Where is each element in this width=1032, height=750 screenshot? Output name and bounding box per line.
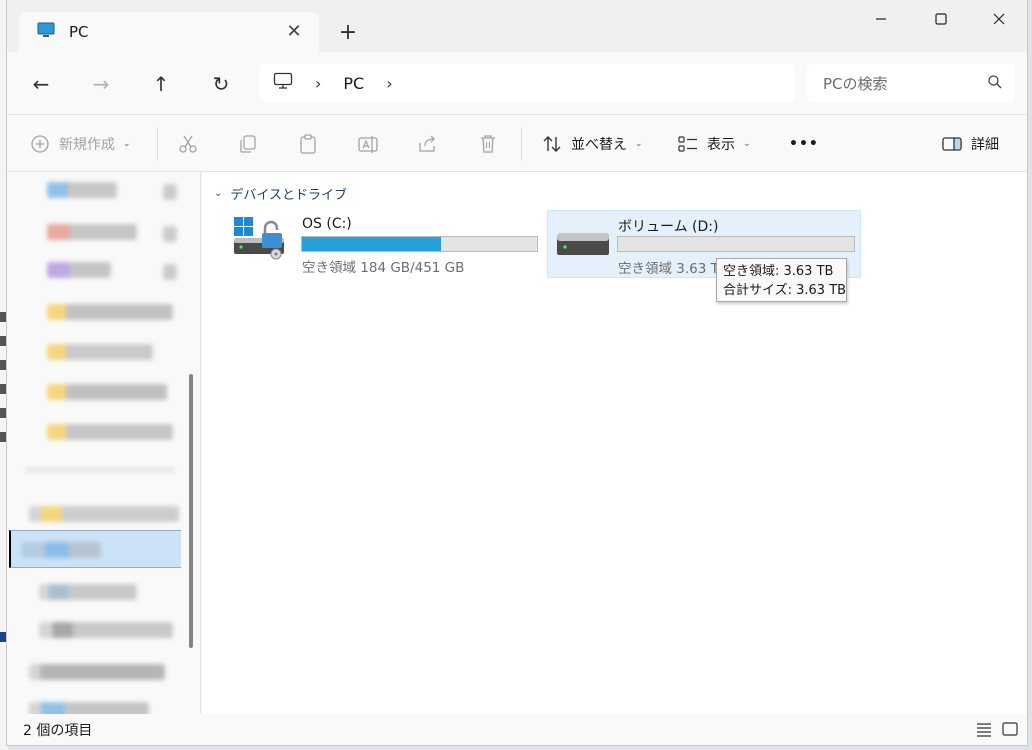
drive-tooltip: 空き領域: 3.63 TB 合計サイズ: 3.63 TB	[716, 258, 847, 302]
drive-name: OS (C:)	[302, 216, 352, 232]
breadcrumb-chevron-icon[interactable]: ›	[386, 74, 392, 93]
sort-label: 並べ替え	[571, 137, 627, 153]
list-item[interactable]	[29, 664, 165, 680]
usage-bar-fill	[302, 237, 441, 251]
details-pane-icon	[941, 133, 963, 155]
this-pc-icon	[273, 72, 293, 94]
windows-drive-icon	[232, 214, 294, 268]
title-bar: PC ✕ +	[7, 0, 1027, 52]
share-icon	[417, 133, 439, 155]
list-item[interactable]	[47, 344, 153, 360]
monitor-icon	[37, 22, 55, 42]
maximize-button[interactable]	[921, 10, 961, 34]
new-label: 新規作成	[59, 137, 115, 153]
file-explorer-window: PC ✕ + ← → ↑ ↻ › PC › PCの検索 新規作成 ⌄ 並べ替え …	[6, 0, 1028, 746]
list-item[interactable]	[47, 182, 117, 198]
tab-pc[interactable]: PC ✕	[19, 12, 319, 52]
list-item	[163, 184, 177, 200]
chevron-down-icon: ⌄	[635, 139, 643, 149]
scissors-icon	[177, 133, 199, 155]
list-item[interactable]	[47, 384, 167, 400]
list-item[interactable]	[39, 622, 173, 638]
group-label: デバイスとドライブ	[230, 188, 348, 203]
navigation-bar: ← → ↑ ↻ › PC › PCの検索	[7, 52, 1027, 114]
list-item[interactable]	[47, 424, 173, 440]
item-count: 2 個の項目	[23, 723, 93, 739]
separator	[521, 127, 522, 161]
tooltip-free-space: 空き領域: 3.63 TB	[723, 264, 834, 279]
chevron-down-icon: ⌄	[123, 139, 131, 149]
drive-free-space: 空き領域 3.63 TB	[618, 261, 729, 277]
back-button[interactable]: ←	[27, 70, 55, 98]
cut-button[interactable]	[177, 131, 199, 157]
drive-c[interactable]: OS (C:) 空き領域 184 GB/451 GB	[228, 210, 544, 278]
list-item[interactable]	[39, 584, 137, 600]
paste-button[interactable]	[297, 131, 319, 157]
details-label: 詳細	[971, 137, 999, 153]
details-view-icon[interactable]	[975, 720, 993, 738]
chevron-down-icon: ⌄	[214, 188, 223, 199]
rename-icon	[357, 133, 379, 155]
list-item[interactable]	[47, 304, 173, 320]
copy-button[interactable]	[237, 131, 259, 157]
plus-circle-icon	[29, 133, 51, 155]
minimize-button[interactable]	[861, 10, 901, 34]
sort-arrows-icon	[541, 133, 563, 155]
copy-icon	[237, 133, 259, 155]
trash-icon	[477, 133, 499, 155]
rename-button[interactable]	[357, 131, 379, 157]
breadcrumb-pc[interactable]: PC	[343, 74, 364, 93]
breadcrumb-chevron-icon[interactable]: ›	[315, 74, 321, 93]
sort-button[interactable]: 並べ替え ⌄	[541, 131, 643, 157]
new-button[interactable]: 新規作成 ⌄	[29, 131, 131, 157]
list-item	[21, 542, 101, 558]
list-item	[163, 264, 177, 280]
search-icon[interactable]	[987, 74, 1003, 94]
hard-drive-icon	[556, 229, 610, 265]
more-options-button[interactable]: •••	[789, 131, 819, 157]
clipboard-icon	[297, 133, 319, 155]
separator	[25, 468, 175, 472]
view-label: 表示	[707, 137, 735, 153]
list-item	[163, 226, 177, 242]
delete-button[interactable]	[477, 131, 499, 157]
list-item[interactable]	[29, 506, 179, 522]
details-pane-button[interactable]: 詳細	[941, 131, 999, 157]
list-item[interactable]	[47, 262, 111, 278]
search-placeholder: PCの検索	[823, 74, 888, 93]
large-icons-view-icon[interactable]	[1001, 720, 1019, 738]
address-bar[interactable]: › PC ›	[259, 64, 795, 102]
close-button[interactable]	[979, 10, 1019, 34]
up-button[interactable]: ↑	[147, 70, 175, 98]
group-header[interactable]: ⌄ デバイスとドライブ	[214, 184, 347, 203]
tab-close-icon[interactable]: ✕	[283, 21, 305, 42]
command-bar: 新規作成 ⌄ 並べ替え ⌄ 表示 ⌄ ••• 詳細	[7, 114, 1027, 172]
list-item[interactable]	[29, 702, 149, 714]
forward-button[interactable]: →	[87, 70, 115, 98]
drive-free-space: 空き領域 184 GB/451 GB	[302, 260, 465, 276]
share-button[interactable]	[417, 131, 439, 157]
chevron-down-icon: ⌄	[743, 139, 751, 149]
status-bar: 2 個の項目	[7, 714, 1027, 745]
new-tab-button[interactable]: +	[337, 20, 359, 46]
usage-bar	[301, 236, 538, 252]
list-item[interactable]	[47, 224, 137, 240]
navigation-pane[interactable]	[7, 172, 201, 714]
search-box[interactable]: PCの検索	[807, 64, 1015, 102]
refresh-button[interactable]: ↻	[207, 70, 235, 98]
usage-bar	[617, 236, 855, 252]
content-pane: ⌄ デバイスとドライブ OS (C:) 空き領域 184 GB/451 GB ボ…	[202, 172, 1027, 714]
drive-name: ボリューム (D:)	[618, 219, 719, 235]
tooltip-total-size: 合計サイズ: 3.63 TB	[723, 283, 847, 298]
view-button[interactable]: 表示 ⌄	[677, 131, 751, 157]
list-view-icon	[677, 133, 699, 155]
sidebar-scrollbar[interactable]	[189, 374, 193, 648]
tab-title: PC	[69, 23, 89, 41]
separator	[157, 127, 158, 161]
